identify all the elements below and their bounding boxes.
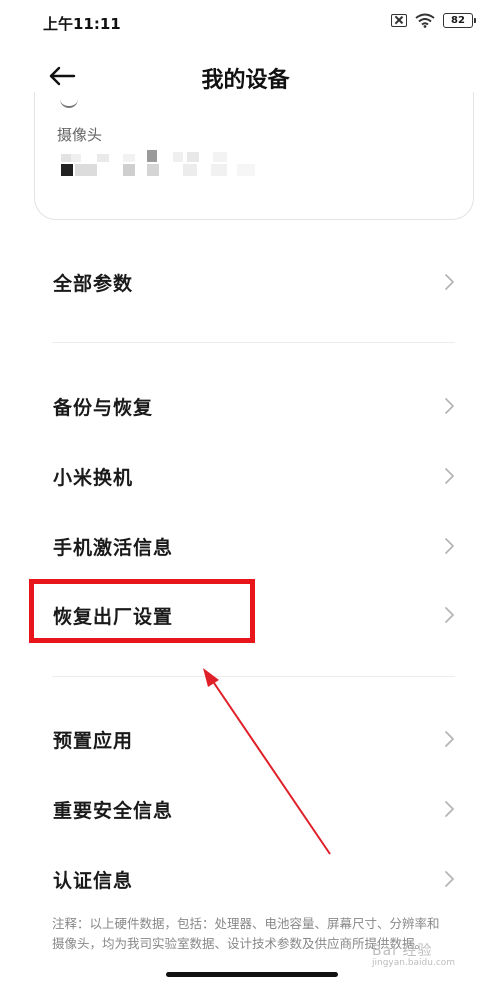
menu-item-backup-restore[interactable]: 备份与恢复 — [0, 373, 491, 439]
watermark-main: Bai 经验 — [372, 943, 433, 959]
chevron-right-icon — [445, 468, 454, 484]
redacted-camera-specs — [61, 150, 257, 176]
sim-off-icon — [391, 14, 407, 27]
menu-item-label: 手机激活信息 — [53, 536, 174, 559]
chevron-right-icon — [445, 801, 454, 817]
camera-label: 摄像头 — [57, 126, 103, 144]
watermark-sub: jingyan.baidu.com — [372, 958, 456, 968]
status-icons: 82 — [391, 13, 476, 28]
menu-item-label: 备份与恢复 — [53, 396, 154, 419]
status-time: 上午11:11 — [43, 15, 121, 33]
menu-item-label: 小米换机 — [53, 466, 134, 489]
chevron-right-icon — [445, 607, 454, 623]
menu-item-all-specs[interactable]: 全部参数 — [0, 249, 491, 315]
footnote-line: 注释：以上硬件数据，包括：处理器、电池容量、屏幕尺寸、分辨率和 — [52, 916, 440, 931]
menu-item-safety-info[interactable]: 重要安全信息 — [0, 776, 491, 842]
status-bar: 上午11:11 82 — [0, 0, 491, 44]
menu-item-label: 预置应用 — [53, 729, 134, 752]
divider — [52, 342, 455, 343]
camera-info-card: 摄像头 — [34, 92, 474, 220]
watermark: Bai 经验 jingyan.baidu.com — [372, 940, 472, 968]
divider — [52, 676, 455, 677]
chevron-right-icon — [445, 871, 454, 887]
menu-item-label: 恢复出厂设置 — [53, 605, 174, 628]
menu-item-label: 重要安全信息 — [53, 799, 174, 822]
menu-item-factory-reset[interactable]: 恢复出厂设置 — [0, 582, 491, 648]
menu-item-mi-mover[interactable]: 小米换机 — [0, 443, 491, 509]
menu-item-certification-info[interactable]: 认证信息 — [0, 846, 491, 912]
page-title: 我的设备 — [201, 68, 290, 93]
menu-item-preinstalled-apps[interactable]: 预置应用 — [0, 706, 491, 772]
menu-item-activation-info[interactable]: 手机激活信息 — [0, 513, 491, 579]
camera-icon — [60, 98, 78, 108]
menu-item-label: 全部参数 — [53, 272, 134, 295]
chevron-right-icon — [445, 731, 454, 747]
home-indicator[interactable] — [166, 972, 338, 977]
menu-item-label: 认证信息 — [53, 869, 134, 892]
battery-icon: 82 — [443, 13, 476, 28]
chevron-right-icon — [445, 274, 454, 290]
chevron-right-icon — [445, 538, 454, 554]
battery-level: 82 — [451, 15, 465, 26]
chevron-right-icon — [445, 398, 454, 414]
wifi-icon — [415, 13, 435, 28]
